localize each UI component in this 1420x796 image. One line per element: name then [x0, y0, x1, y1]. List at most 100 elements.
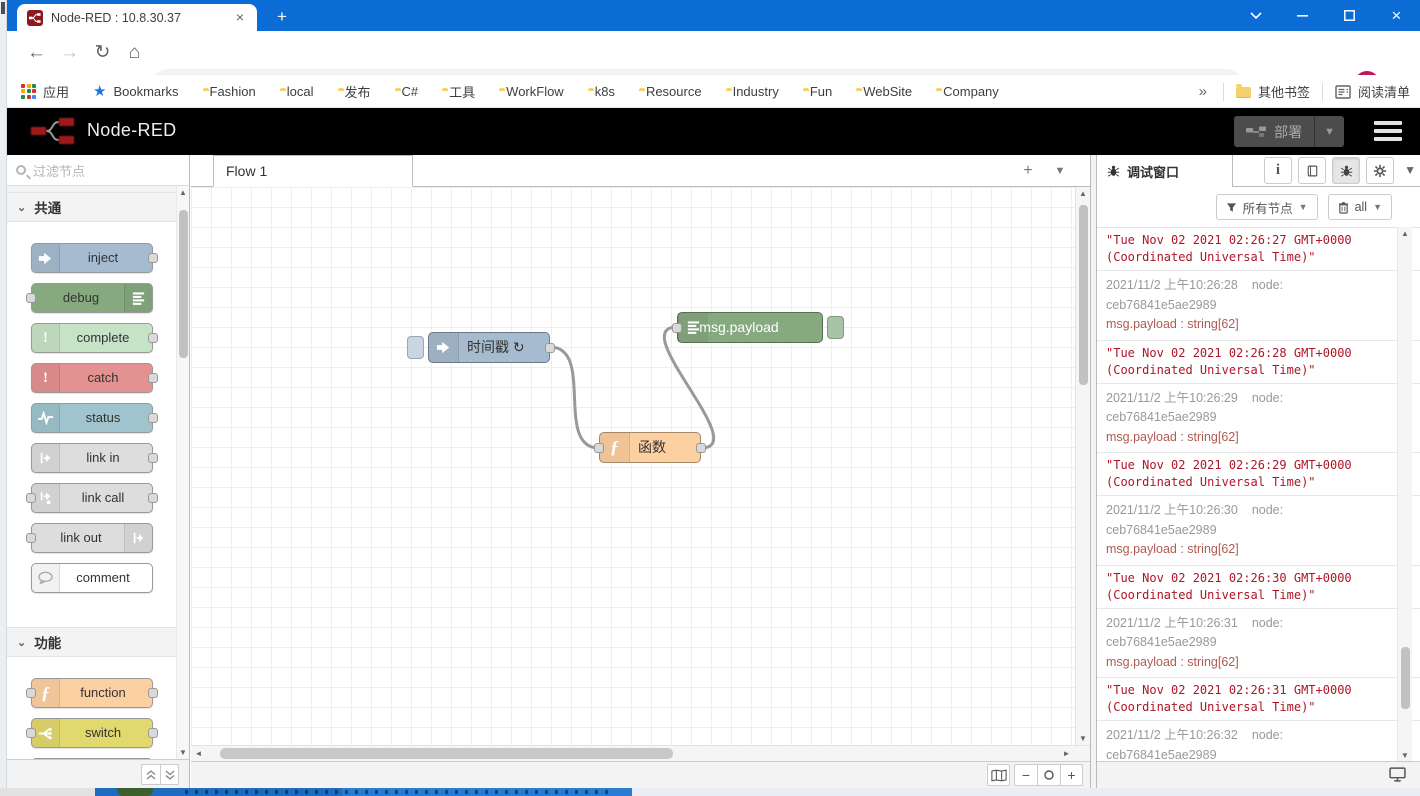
scroll-down-icon[interactable]: ▼	[177, 746, 189, 759]
bookmark-item-11[interactable]: Fun	[803, 84, 832, 99]
reading-list-button[interactable]: 阅读清单	[1335, 82, 1410, 101]
flow-canvas[interactable]: 时间戳 ↻ƒ函数msg.payload	[191, 187, 1090, 745]
deploy-button[interactable]: 部署 ▼	[1234, 116, 1344, 147]
node-input-port[interactable]	[26, 533, 36, 543]
debug-message-payload[interactable]: "Tue Nov 02 2021 02:26:31 GMT+0000 (Coor…	[1097, 678, 1420, 721]
debug-scrollbar-thumb[interactable]	[1401, 647, 1410, 709]
palette-scrollbar-thumb[interactable]	[179, 210, 188, 358]
deploy-caret-icon[interactable]: ▼	[1314, 116, 1344, 147]
zoom-reset-icon[interactable]	[1037, 764, 1060, 786]
bookmark-item-6[interactable]: 工具	[442, 82, 475, 101]
node-output-port[interactable]	[148, 373, 158, 383]
palette-node-catch[interactable]: !catch	[31, 363, 153, 393]
forward-icon[interactable]: →	[56, 40, 83, 67]
node-input-port[interactable]	[26, 728, 36, 738]
scroll-up-icon[interactable]: ▲	[1076, 187, 1090, 200]
open-window-icon[interactable]	[1389, 767, 1406, 782]
info-tab-icon[interactable]: i	[1264, 157, 1292, 184]
node-output-port[interactable]	[148, 333, 158, 343]
node-output-port[interactable]	[696, 443, 706, 453]
palette-node-complete[interactable]: !complete	[31, 323, 153, 353]
bookmark-item-1[interactable]: ★Bookmarks	[93, 82, 178, 100]
node-output-port[interactable]	[545, 343, 555, 353]
bookmark-item-13[interactable]: Company	[936, 84, 999, 99]
debug-message-payload[interactable]: "Tue Nov 02 2021 02:26:29 GMT+0000 (Coor…	[1097, 453, 1420, 496]
debug-message-payload[interactable]: "Tue Nov 02 2021 02:26:27 GMT+0000 (Coor…	[1097, 228, 1420, 271]
maximize-button[interactable]	[1326, 0, 1373, 31]
flow-list-caret-icon[interactable]: ▼	[1048, 159, 1072, 183]
node-debug-button[interactable]	[827, 316, 844, 339]
clear-log-button[interactable]: all ▼	[1328, 194, 1392, 220]
node-output-port[interactable]	[148, 688, 158, 698]
palette-node-comment[interactable]: comment	[31, 563, 153, 593]
scroll-right-icon[interactable]: ►	[1059, 746, 1074, 761]
navigator-map-icon[interactable]	[987, 764, 1010, 786]
tab-close-icon[interactable]: ×	[231, 9, 249, 27]
debug-message-meta[interactable]: 2021/11/2 上午10:26:32node:ceb76841e5ae298…	[1097, 721, 1420, 762]
debug-tab-icon[interactable]	[1332, 157, 1360, 184]
canvas-vertical-scrollbar[interactable]: ▲ ▼	[1075, 187, 1090, 745]
bookmark-item-9[interactable]: Resource	[639, 84, 702, 99]
canvas-vscroll-thumb[interactable]	[1079, 205, 1088, 385]
node-output-port[interactable]	[148, 453, 158, 463]
minimize-button[interactable]	[1279, 0, 1326, 31]
scroll-left-icon[interactable]: ◄	[191, 746, 206, 761]
close-button[interactable]: ×	[1373, 0, 1420, 31]
bookmark-item-5[interactable]: C#	[395, 84, 419, 99]
sidebar-resize-handle[interactable]	[1090, 155, 1097, 788]
tab-flow-1[interactable]: Flow 1	[213, 155, 413, 187]
bookmark-item-4[interactable]: 发布	[338, 82, 371, 101]
palette-node-link-in[interactable]: link in	[31, 443, 153, 473]
bookmark-item-3[interactable]: local	[280, 84, 314, 99]
node-output-port[interactable]	[148, 413, 158, 423]
palette-node-link-out[interactable]: link out	[31, 523, 153, 553]
expand-all-icon[interactable]	[160, 764, 179, 785]
node-input-port[interactable]	[26, 688, 36, 698]
node-input-port[interactable]	[594, 443, 604, 453]
add-flow-icon[interactable]: +	[1016, 159, 1040, 183]
palette-node-switch[interactable]: switch	[31, 718, 153, 748]
palette-node-function[interactable]: ƒfunction	[31, 678, 153, 708]
help-book-icon[interactable]	[1298, 157, 1326, 184]
palette-node-debug[interactable]: debug	[31, 283, 153, 313]
palette-node-inject[interactable]: inject	[31, 243, 153, 273]
flow-node-function[interactable]: ƒ函数	[599, 432, 701, 463]
debug-message-meta[interactable]: 2021/11/2 上午10:26:29node:ceb76841e5ae298…	[1097, 384, 1420, 454]
zoom-out-icon[interactable]: −	[1014, 764, 1037, 786]
node-output-port[interactable]	[148, 728, 158, 738]
filter-nodes-button[interactable]: 所有节点 ▼	[1216, 194, 1318, 220]
browser-tab[interactable]: Node-RED : 10.8.30.37 ×	[17, 4, 257, 31]
canvas-horizontal-scrollbar[interactable]: ◄ ►	[191, 745, 1090, 761]
node-input-port[interactable]	[26, 493, 36, 503]
debug-message-list[interactable]: "Tue Nov 02 2021 02:26:27 GMT+0000 (Coor…	[1097, 227, 1420, 762]
palette-node-status[interactable]: status	[31, 403, 153, 433]
palette-category-function[interactable]: ⌄功能	[7, 627, 177, 657]
flow-node-inject[interactable]: 时间戳 ↻	[428, 332, 550, 363]
reload-icon[interactable]: ↻	[89, 40, 116, 67]
titlebar-chevron-icon[interactable]	[1232, 0, 1279, 31]
tab-debug[interactable]: 调试窗口	[1097, 155, 1233, 187]
main-menu-icon[interactable]	[1374, 121, 1402, 141]
node-input-port[interactable]	[672, 323, 682, 333]
zoom-in-icon[interactable]: +	[1060, 764, 1083, 786]
back-icon[interactable]: ←	[23, 40, 50, 67]
other-bookmarks-button[interactable]: 其他书签	[1236, 82, 1310, 101]
node-output-port[interactable]	[148, 493, 158, 503]
bookmark-item-8[interactable]: k8s	[588, 84, 615, 99]
scroll-down-icon[interactable]: ▼	[1076, 732, 1090, 745]
bookmarks-overflow-icon[interactable]: »	[1195, 83, 1211, 100]
bookmark-item-12[interactable]: WebSite	[856, 84, 912, 99]
bookmark-item-10[interactable]: Industry	[726, 84, 779, 99]
node-inject-button[interactable]	[407, 336, 424, 359]
palette-node-link-call[interactable]: link call	[31, 483, 153, 513]
node-input-port[interactable]	[26, 293, 36, 303]
node-output-port[interactable]	[148, 253, 158, 263]
debug-message-meta[interactable]: 2021/11/2 上午10:26:31node:ceb76841e5ae298…	[1097, 609, 1420, 679]
debug-message-payload[interactable]: "Tue Nov 02 2021 02:26:30 GMT+0000 (Coor…	[1097, 566, 1420, 609]
debug-scrollbar[interactable]: ▲ ▼	[1397, 227, 1412, 762]
new-tab-button[interactable]: +	[269, 5, 295, 29]
debug-message-meta[interactable]: 2021/11/2 上午10:26:30node:ceb76841e5ae298…	[1097, 496, 1420, 566]
palette-scrollbar[interactable]: ▲ ▼	[176, 186, 189, 759]
bookmark-item-2[interactable]: Fashion	[203, 84, 256, 99]
canvas-hscroll-thumb[interactable]	[220, 748, 673, 759]
